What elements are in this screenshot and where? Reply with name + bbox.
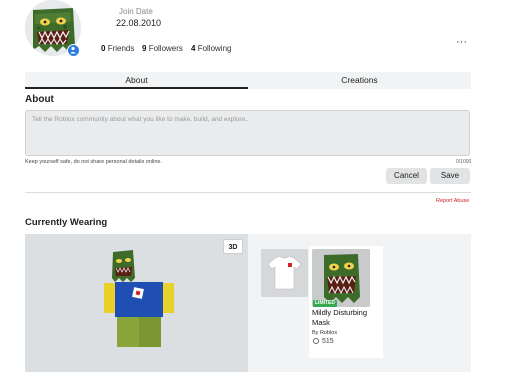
view-3d-toggle[interactable]: 3D: [223, 239, 243, 254]
about-heading: About: [25, 94, 54, 105]
mask-item-thumbnail[interactable]: [312, 249, 370, 307]
about-textarea[interactable]: Tell the Roblox community about what you…: [25, 110, 470, 156]
about-placeholder: Tell the Roblox community about what you…: [32, 116, 249, 123]
more-options-icon[interactable]: ···: [456, 36, 467, 48]
report-abuse-link[interactable]: Report Abuse: [436, 198, 469, 204]
cancel-button[interactable]: Cancel: [386, 168, 427, 184]
verified-badge-icon: [67, 44, 80, 57]
char-counter: 0/1000: [456, 159, 472, 165]
item-creator[interactable]: By Roblox: [312, 330, 337, 336]
shirt-icon: [267, 255, 302, 290]
item-price-value: 515: [322, 338, 334, 345]
join-date-value: 22.08.2010: [116, 18, 162, 28]
tab-creations[interactable]: Creations: [248, 72, 471, 89]
limited-badge: LIMITED: [313, 300, 337, 307]
active-tab-indicator: [25, 87, 248, 89]
friends-count: 0: [101, 44, 106, 53]
avatar-viewer[interactable]: [25, 234, 248, 372]
robux-icon: [313, 338, 319, 344]
following-count: 4: [191, 44, 196, 53]
followers-count: 9: [142, 44, 147, 53]
mask-icon: [312, 249, 370, 307]
following-label: Following: [197, 44, 232, 53]
join-date-label: Join Date: [119, 7, 153, 16]
friends-link[interactable]: 0 Friends: [101, 44, 134, 53]
following-link[interactable]: 4 Following: [191, 44, 231, 53]
item-name[interactable]: Mildly Disturbing Mask: [312, 308, 382, 328]
currently-wearing-heading: Currently Wearing: [25, 217, 108, 228]
followers-label: Followers: [148, 44, 183, 53]
avatar-3d-figure: [104, 250, 174, 347]
shirt-item-thumbnail[interactable]: [261, 249, 308, 297]
followers-link[interactable]: 9 Followers: [142, 44, 183, 53]
safety-note: Keep yourself safe, do not share persona…: [25, 159, 162, 165]
friends-label: Friends: [107, 44, 135, 53]
divider: [25, 192, 471, 193]
item-price: 515: [313, 338, 334, 345]
save-button[interactable]: Save: [430, 168, 470, 184]
